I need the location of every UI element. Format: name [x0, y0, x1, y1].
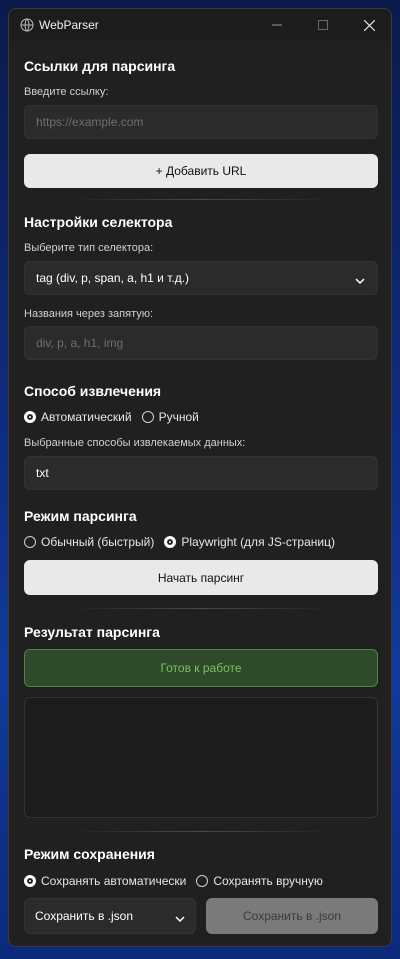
divider [69, 608, 333, 609]
save-button[interactable]: Сохранить в .json [206, 898, 378, 934]
add-url-button[interactable]: + Добавить URL [24, 154, 378, 188]
radio-selected-icon [24, 411, 36, 423]
selector-type-value: tag (div, p, span, a, h1 и т.д.) [36, 271, 190, 285]
result-section-title: Результат парсинга [24, 624, 160, 640]
app-window: WebParser Ссылки для парсинга Введите сс… [8, 8, 392, 947]
selector-names-label: Названия через запятую: [24, 308, 154, 320]
result-output-area[interactable] [24, 697, 378, 818]
radio-unselected-icon [141, 411, 154, 423]
extraction-manual-label: Ручной [158, 410, 199, 424]
parsing-mode-options: Обычный (быстрый) Playwright (для JS-стр… [24, 535, 345, 549]
parsing-mode-section-title: Режим парсинга [24, 508, 137, 524]
close-button[interactable] [346, 9, 391, 41]
parsing-playwright-radio[interactable]: Playwright (для JS-страниц) [164, 535, 335, 549]
parsing-normal-label: Обычный (быстрый) [41, 535, 155, 549]
save-mode-section-title: Режим сохранения [24, 846, 155, 862]
url-input[interactable]: https://example.com [24, 105, 378, 139]
selector-section-title: Настройки селектора [24, 214, 173, 230]
radio-selected-icon [24, 875, 36, 887]
radio-selected-icon [164, 536, 177, 548]
divider [69, 199, 333, 200]
selector-names-input[interactable]: div, p, a, h1, img [24, 326, 378, 360]
extraction-manual-radio[interactable]: Ручной [141, 410, 199, 424]
close-icon [363, 19, 375, 31]
links-section-title: Ссылки для парсинга [24, 58, 176, 74]
save-manual-label: Сохранять вручную [213, 874, 323, 888]
chevron-down-icon [175, 912, 185, 926]
selector-type-dropdown[interactable]: tag (div, p, span, a, h1 и т.д.) [24, 261, 378, 295]
start-parsing-button[interactable]: Начать парсинг [24, 560, 378, 595]
save-auto-label: Сохранять автоматически [41, 874, 187, 888]
window-title: WebParser [39, 18, 99, 32]
save-auto-radio[interactable]: Сохранять автоматически [24, 874, 186, 888]
selector-type-label: Выберите тип селектора: [24, 242, 154, 254]
extraction-options: Автоматический Ручной [24, 410, 209, 424]
save-manual-radio[interactable]: Сохранять вручную [196, 874, 323, 888]
app-logo-icon [20, 18, 34, 32]
radio-unselected-icon [24, 536, 36, 548]
status-badge: Готов к работе [24, 649, 378, 687]
save-format-value: Сохранить в .json [35, 909, 134, 923]
radio-unselected-icon [196, 875, 209, 887]
maximize-button[interactable] [300, 9, 346, 41]
minimize-button[interactable] [254, 9, 300, 41]
parsing-playwright-label: Playwright (для JS-страниц) [181, 535, 335, 549]
save-mode-options: Сохранять автоматически Сохранять вручну… [24, 874, 333, 888]
url-label: Введите ссылку: [24, 86, 109, 98]
chosen-methods-field[interactable]: txt [24, 456, 378, 490]
chosen-methods-label: Выбранные способы извлекаемых данных: [24, 437, 246, 449]
chevron-down-icon [355, 274, 365, 288]
minimize-icon [272, 24, 282, 26]
title-bar: WebParser [9, 9, 391, 41]
parsing-normal-radio[interactable]: Обычный (быстрый) [24, 535, 154, 549]
maximize-icon [318, 20, 328, 30]
extraction-auto-radio[interactable]: Автоматический [24, 410, 132, 424]
extraction-auto-label: Автоматический [41, 410, 132, 424]
extraction-section-title: Способ извлечения [24, 383, 162, 399]
save-format-dropdown[interactable]: Сохранить в .json [24, 898, 196, 934]
divider [69, 831, 333, 832]
